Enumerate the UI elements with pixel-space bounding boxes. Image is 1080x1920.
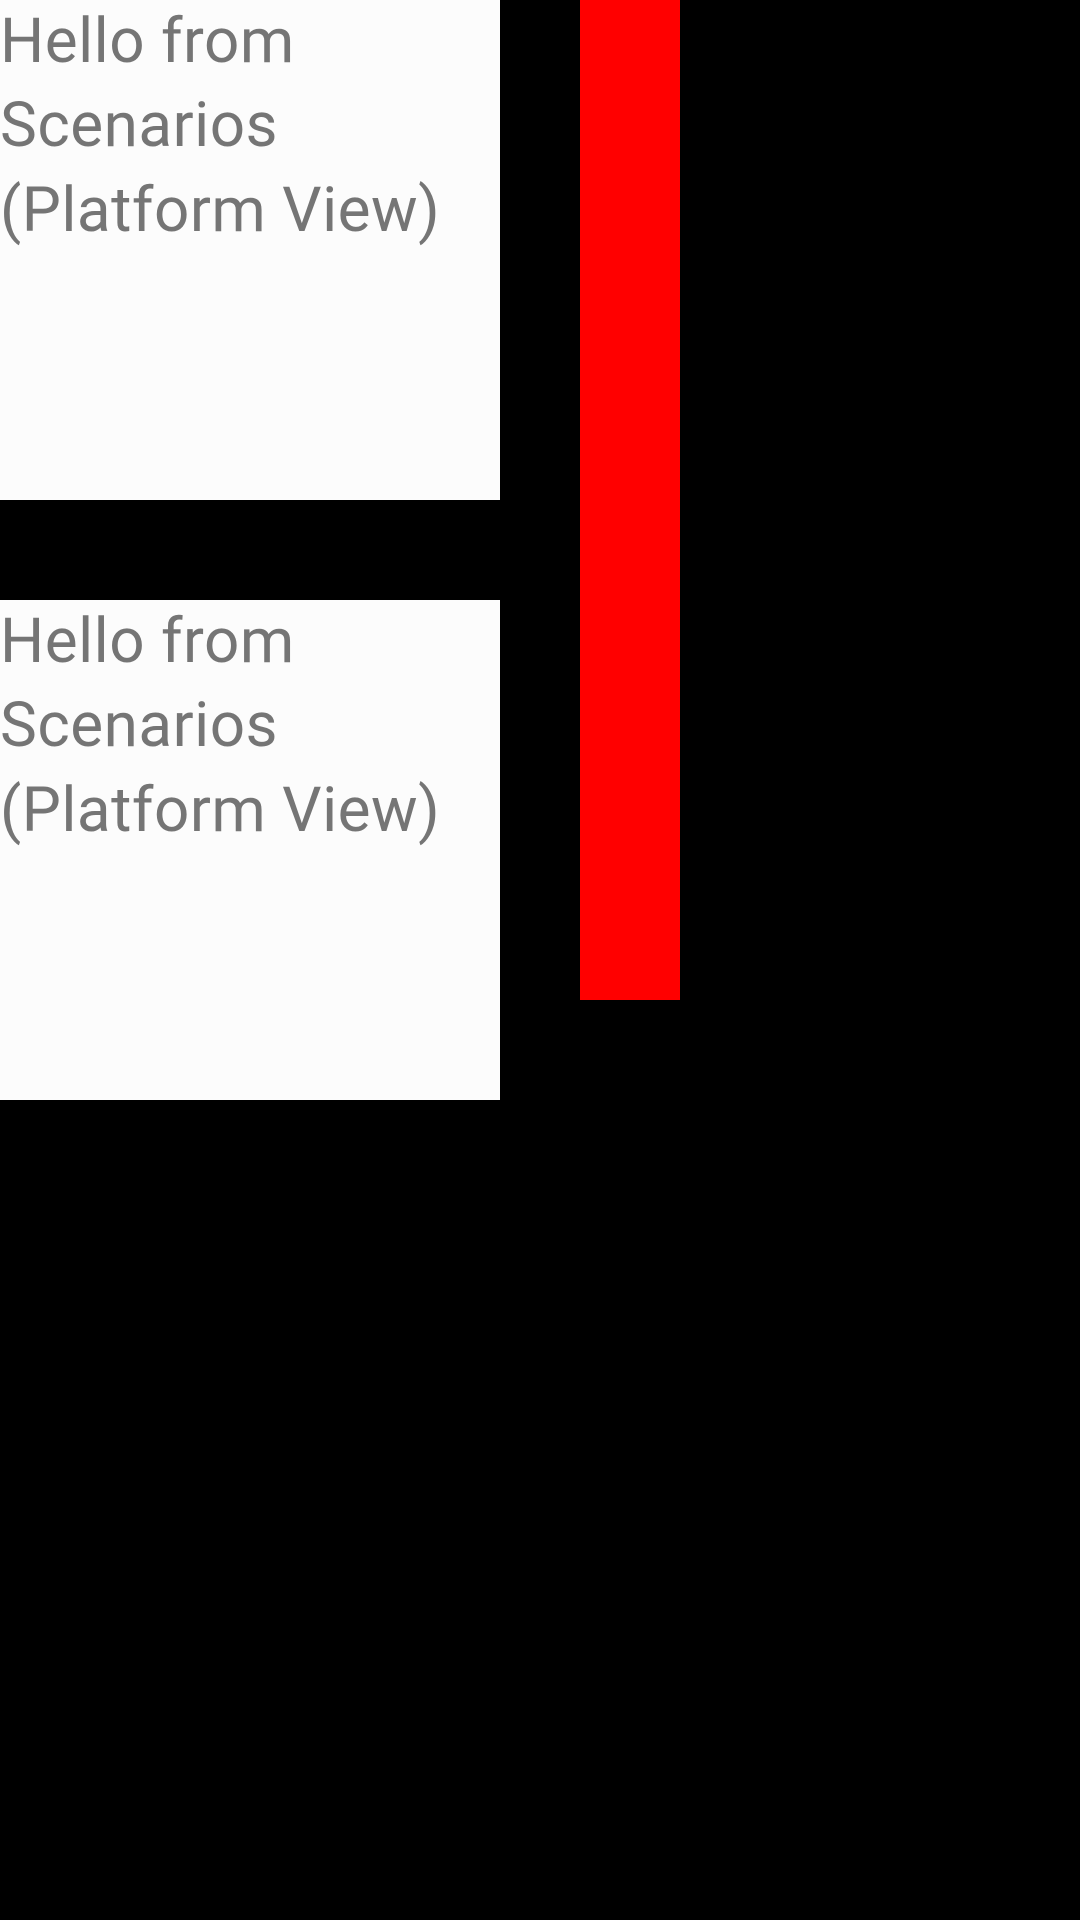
platform-view-card-2: Hello from Scenarios (Platform View) [0,600,500,1100]
red-overlay-bar [580,0,680,1000]
platform-view-text-1: Hello from Scenarios (Platform View) [0,0,500,253]
platform-view-card-1: Hello from Scenarios (Platform View) [0,0,500,500]
platform-view-text-2: Hello from Scenarios (Platform View) [0,600,500,853]
